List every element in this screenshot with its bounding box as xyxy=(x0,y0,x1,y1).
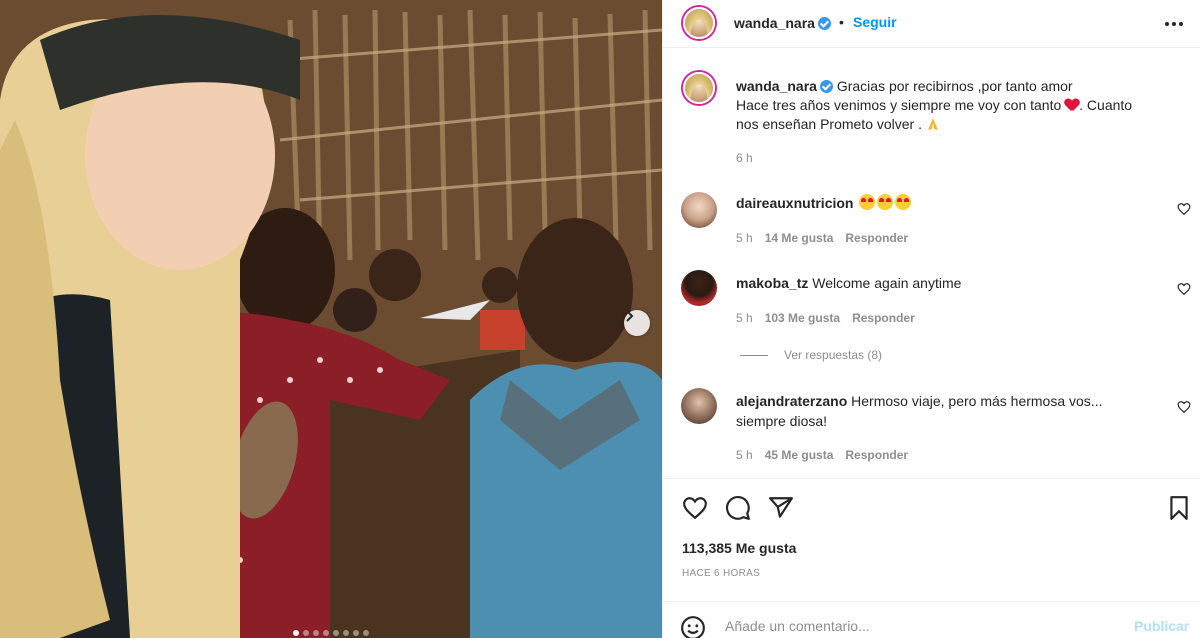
verified-badge-icon xyxy=(817,17,831,30)
commenter-avatar[interactable] xyxy=(681,388,717,424)
post-photo[interactable] xyxy=(0,0,662,638)
carousel-dot xyxy=(363,630,369,636)
bookmark-icon[interactable] xyxy=(1166,495,1192,521)
carousel-dot xyxy=(343,630,349,636)
heart-outline-icon[interactable] xyxy=(1177,202,1191,216)
follow-button[interactable]: Seguir xyxy=(853,14,897,30)
commenter-avatar[interactable] xyxy=(681,270,717,306)
heart-outline-icon[interactable] xyxy=(682,495,708,521)
carousel-indicator xyxy=(0,630,662,636)
comment-likes[interactable]: 14 Me gusta xyxy=(765,231,834,245)
caption-line-2a: Hace tres años venimos y siempre me voy … xyxy=(736,97,1062,113)
publish-button[interactable]: Publicar xyxy=(1134,618,1189,634)
heart-eyes-emoji-icon xyxy=(877,194,894,210)
post-actions: 113,385 Me gusta HACE 6 HORAS Publicar xyxy=(663,478,1200,638)
carousel-dot xyxy=(303,630,309,636)
separator-dot: • xyxy=(839,14,844,30)
ellipsis-icon[interactable] xyxy=(1165,15,1189,33)
carousel-dot xyxy=(353,630,359,636)
carousel-dot xyxy=(333,630,339,636)
heart-outline-icon[interactable] xyxy=(1177,400,1191,414)
comment-text: alejandraterzano Hermoso viaje, pero más… xyxy=(736,391,1146,431)
comment-username[interactable]: makoba_tz xyxy=(736,275,808,291)
comment-time[interactable]: 5 h xyxy=(736,311,753,325)
comment-text: makoba_tz Welcome again anytime xyxy=(736,273,1136,293)
chevron-right-icon xyxy=(626,310,634,322)
carousel-dot xyxy=(313,630,319,636)
author-username-text[interactable]: wanda_nara xyxy=(734,15,815,31)
comment-likes[interactable]: 45 Me gusta xyxy=(765,448,834,462)
comment-body: Welcome again anytime xyxy=(812,275,962,291)
author-username[interactable]: wanda_nara xyxy=(734,15,831,31)
likes-count[interactable]: 113,385 Me gusta xyxy=(682,540,796,556)
post-image xyxy=(0,0,662,638)
caption-line-1: Gracias por recibirnos ,por tanto amor xyxy=(836,78,1073,94)
speech-bubble-icon[interactable] xyxy=(725,495,751,521)
comment-meta: 5 h 103 Me gusta Responder xyxy=(736,311,915,325)
caption-text: wanda_nara Gracias por recibirnos ,por t… xyxy=(736,77,1176,134)
caption-time[interactable]: 6 h xyxy=(736,151,753,165)
comment-input[interactable] xyxy=(725,615,1105,637)
reply-button[interactable]: Responder xyxy=(845,448,908,462)
comment-time[interactable]: 5 h xyxy=(736,448,753,462)
heart-eyes-emoji-icon xyxy=(895,194,912,210)
red-heart-emoji-icon xyxy=(1065,99,1079,111)
replies-divider xyxy=(740,354,768,356)
comment-username[interactable]: daireauxnutricion xyxy=(736,195,853,211)
comment-time[interactable]: 5 h xyxy=(736,231,753,245)
caption-line-2b: . Cuanto xyxy=(1079,97,1133,113)
caption-line-3: nos enseñan Prometo volver . xyxy=(736,116,922,132)
comment-meta: 5 h 14 Me gusta Responder xyxy=(736,231,908,245)
post-age[interactable]: HACE 6 HORAS xyxy=(682,568,760,579)
reply-button[interactable]: Responder xyxy=(852,311,915,325)
paper-plane-icon[interactable] xyxy=(768,495,794,521)
next-slide-button[interactable] xyxy=(624,310,650,336)
carousel-dot xyxy=(323,630,329,636)
heart-eyes-emoji-icon xyxy=(859,194,876,210)
view-replies-label[interactable]: Ver respuestas (8) xyxy=(784,348,882,362)
caption-avatar[interactable] xyxy=(683,72,715,104)
add-comment-bar: Publicar xyxy=(663,601,1200,638)
verified-badge-icon xyxy=(819,80,833,93)
reply-button[interactable]: Responder xyxy=(845,231,908,245)
emoji-picker-icon[interactable] xyxy=(680,615,706,638)
carousel-dot xyxy=(293,630,299,636)
post-panel: wanda_nara • Seguir wanda_nara Gracias p… xyxy=(662,0,1200,638)
praying-hands-emoji-icon xyxy=(927,118,938,130)
comment-likes[interactable]: 103 Me gusta xyxy=(765,311,840,325)
author-avatar[interactable] xyxy=(683,7,715,39)
post-header: wanda_nara • Seguir xyxy=(663,0,1200,48)
heart-outline-icon[interactable] xyxy=(1177,282,1191,296)
comment-text: daireauxnutricion xyxy=(736,193,1136,213)
comment-username[interactable]: alejandraterzano xyxy=(736,393,847,409)
comment-meta: 5 h 45 Me gusta Responder xyxy=(736,448,908,462)
view-replies-button[interactable]: Ver respuestas (8) xyxy=(740,348,882,362)
caption-username[interactable]: wanda_nara xyxy=(736,78,817,94)
commenter-avatar[interactable] xyxy=(681,192,717,228)
